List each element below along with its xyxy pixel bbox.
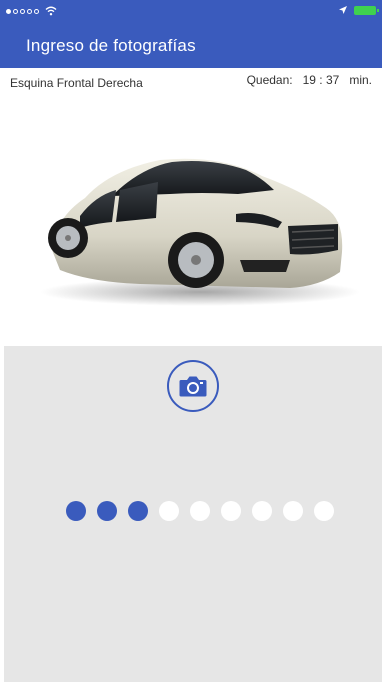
info-row: Esquina Frontal Derecha Quedan: 19 : 37 …	[0, 72, 382, 92]
camera-icon	[179, 376, 207, 397]
progress-dot-pending	[159, 501, 179, 521]
progress-dot-pending	[190, 501, 210, 521]
photo-progress-dots	[66, 501, 334, 521]
signal-dot	[20, 8, 25, 14]
timer: Quedan: 19 : 37 min.	[247, 73, 372, 87]
progress-dot-completed	[128, 501, 148, 521]
progress-dot-pending	[314, 501, 334, 521]
car-illustration	[40, 158, 360, 306]
take-photo-button[interactable]	[167, 360, 219, 412]
progress-dot-pending	[252, 501, 272, 521]
progress-dot-pending	[221, 501, 241, 521]
signal-indicator	[6, 6, 57, 16]
progress-dot-completed	[97, 501, 117, 521]
signal-dot	[13, 8, 18, 14]
status-right	[338, 5, 379, 15]
car-photo	[0, 110, 382, 340]
progress-dot-completed	[66, 501, 86, 521]
capture-panel	[4, 346, 382, 682]
app-bar: Ingreso de fotografías	[0, 24, 382, 68]
remaining-label: Quedan:	[246, 73, 293, 87]
signal-dot	[6, 8, 11, 14]
time-unit: min.	[349, 73, 372, 87]
remaining-time: 19 : 37	[302, 73, 340, 87]
signal-dot	[34, 8, 39, 14]
progress-dot-pending	[283, 501, 303, 521]
battery-icon	[354, 5, 379, 15]
signal-dot	[27, 8, 32, 14]
photo-angle-label: Esquina Frontal Derecha	[10, 76, 143, 90]
wifi-icon	[45, 6, 57, 16]
location-arrow-icon	[339, 6, 347, 14]
page-title: Ingreso de fotografías	[26, 36, 196, 55]
status-bar	[0, 0, 382, 24]
